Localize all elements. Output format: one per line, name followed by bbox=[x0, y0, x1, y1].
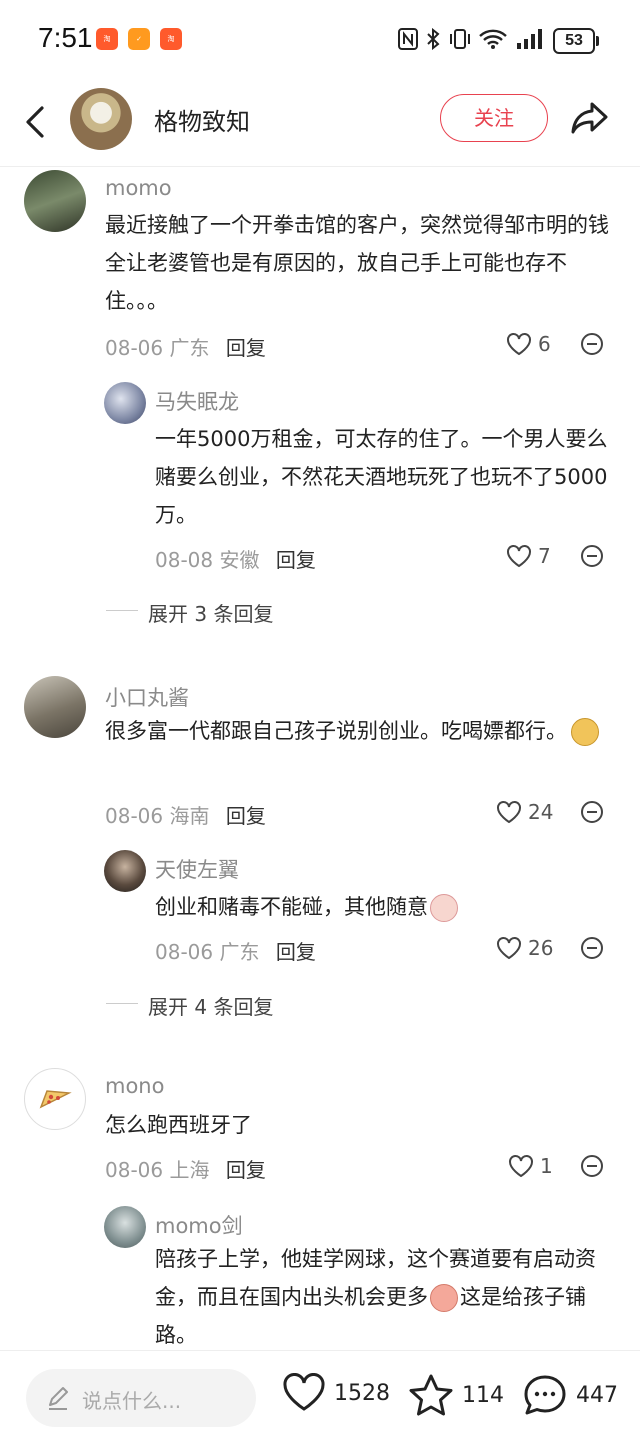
signal-icon bbox=[516, 26, 544, 52]
share-icon[interactable] bbox=[570, 100, 610, 136]
more-options-icon[interactable] bbox=[580, 544, 604, 568]
pencil-icon bbox=[49, 1387, 68, 1410]
comment-username[interactable]: 小口丸酱 bbox=[105, 682, 189, 712]
reply-button[interactable]: 回复 bbox=[276, 548, 316, 572]
more-options-icon[interactable] bbox=[580, 800, 604, 824]
comment-meta: 08-06 广东 回复 bbox=[105, 332, 266, 361]
more-options-icon[interactable] bbox=[580, 1154, 604, 1178]
follow-button[interactable]: 关注 bbox=[440, 94, 548, 142]
taobao-notification-icon: 淘 bbox=[96, 28, 118, 50]
like-button[interactable]: 24 bbox=[496, 800, 553, 824]
bluetooth-icon bbox=[426, 26, 440, 52]
bottom-action-bar: 说点什么... 1528 114 447 bbox=[0, 1350, 640, 1446]
status-time: 7:51 bbox=[38, 22, 93, 53]
comment-username[interactable]: momo bbox=[105, 176, 172, 200]
reply-username[interactable]: 马失眠龙 bbox=[155, 386, 239, 416]
reply-meta: 08-08 安徽 回复 bbox=[155, 544, 316, 573]
post-like-count: 1528 bbox=[334, 1380, 390, 1406]
comment-bubble-icon bbox=[524, 1375, 566, 1415]
wifi-icon bbox=[478, 26, 508, 52]
expand-replies-button[interactable]: 展开 3 条回复 bbox=[105, 598, 273, 627]
more-options-icon[interactable] bbox=[580, 936, 604, 960]
reply-text: 创业和赌毒不能碰，其他随意 bbox=[155, 888, 615, 926]
user-avatar[interactable] bbox=[24, 170, 86, 232]
vibrate-icon bbox=[448, 26, 472, 52]
status-bar: 7:51 淘 ✓ 淘 53 bbox=[0, 0, 640, 80]
post-comment-count: 447 bbox=[576, 1382, 618, 1408]
user-avatar[interactable] bbox=[24, 1068, 86, 1130]
back-icon[interactable] bbox=[20, 102, 50, 142]
nfc-icon bbox=[398, 26, 418, 52]
author-name[interactable]: 格物致知 bbox=[154, 102, 250, 137]
crying-emoji-icon bbox=[430, 894, 458, 922]
reply-date-location: 08-08 安徽 bbox=[155, 548, 260, 572]
heart-icon bbox=[507, 545, 531, 568]
comment-date-location: 08-06 上海 bbox=[105, 1158, 210, 1182]
reply-button[interactable]: 回复 bbox=[226, 1158, 266, 1182]
expand-replies-button[interactable]: 展开 4 条回复 bbox=[105, 991, 273, 1020]
blushing-emoji-icon bbox=[430, 1284, 458, 1312]
comment-date-location: 08-06 广东 bbox=[105, 336, 210, 360]
reply-button[interactable]: 回复 bbox=[226, 336, 266, 360]
comment-username[interactable]: mono bbox=[105, 1074, 164, 1098]
reply-date-location: 08-06 广东 bbox=[155, 940, 260, 964]
heart-icon bbox=[509, 1155, 533, 1178]
comment-input-placeholder: 说点什么... bbox=[82, 1389, 182, 1413]
user-avatar[interactable] bbox=[104, 1206, 146, 1248]
comment-post-button[interactable]: 447 bbox=[522, 1373, 618, 1417]
battery-indicator: 53 bbox=[553, 28, 599, 54]
reply-text: 一年5000万租金，可太存的住了。一个男人要么赌要么创业，不然花天酒地玩死了也玩… bbox=[155, 427, 608, 527]
like-button[interactable]: 1 bbox=[508, 1154, 553, 1178]
reply-meta: 08-06 广东 回复 bbox=[155, 936, 316, 965]
like-button[interactable]: 26 bbox=[496, 936, 553, 960]
reply-button[interactable]: 回复 bbox=[226, 804, 266, 828]
like-button[interactable]: 6 bbox=[506, 332, 551, 356]
dog-emoji-icon bbox=[571, 718, 599, 746]
reply-username[interactable]: 天使左翼 bbox=[155, 854, 239, 884]
like-count: 24 bbox=[528, 800, 554, 824]
more-options-icon[interactable] bbox=[580, 332, 604, 356]
heart-icon bbox=[507, 333, 531, 356]
reply-text: 陪孩子上学，他娃学网球，这个赛道要有启动资金，而且在国内出头机会更多 这是给孩子铺… bbox=[155, 1247, 596, 1347]
post-favorite-count: 114 bbox=[462, 1382, 504, 1408]
user-avatar[interactable] bbox=[104, 382, 146, 424]
favorite-post-button[interactable]: 114 bbox=[408, 1373, 504, 1417]
comment-text: 最近接触了一个开拳击馆的客户，突然觉得邹市明的钱全让老婆管也是有原因的，放自己手… bbox=[105, 213, 609, 313]
heart-icon bbox=[283, 1373, 325, 1411]
reply-button[interactable]: 回复 bbox=[276, 940, 316, 964]
comment-date-location: 08-06 海南 bbox=[105, 804, 210, 828]
like-button[interactable]: 7 bbox=[506, 544, 551, 568]
like-post-button[interactable]: 1528 bbox=[282, 1373, 390, 1413]
star-icon bbox=[409, 1374, 453, 1416]
pizza-icon bbox=[39, 1090, 72, 1109]
comment-input[interactable]: 说点什么... bbox=[26, 1369, 256, 1427]
user-avatar[interactable] bbox=[104, 850, 146, 892]
comment-meta: 08-06 上海 回复 bbox=[105, 1154, 266, 1183]
top-nav: 格物致知 关注 bbox=[0, 80, 640, 167]
user-avatar[interactable] bbox=[24, 676, 86, 738]
comment-text: 怎么跑西班牙了 bbox=[105, 1113, 252, 1137]
comment-meta: 08-06 海南 回复 bbox=[105, 800, 266, 829]
heart-icon bbox=[497, 937, 521, 960]
comment-text: 很多富一代都跟自己孩子说别创业。吃喝嫖都行。 bbox=[105, 712, 615, 750]
like-count: 7 bbox=[538, 544, 551, 568]
taobao-notification-icon: 淘 bbox=[160, 28, 182, 50]
like-count: 26 bbox=[528, 936, 554, 960]
like-count: 6 bbox=[538, 332, 551, 356]
author-avatar[interactable] bbox=[70, 88, 132, 150]
heart-icon bbox=[497, 801, 521, 824]
reply-username[interactable]: momo剑 bbox=[155, 1210, 243, 1240]
orange-app-notification-icon: ✓ bbox=[128, 28, 150, 50]
like-count: 1 bbox=[540, 1154, 553, 1178]
